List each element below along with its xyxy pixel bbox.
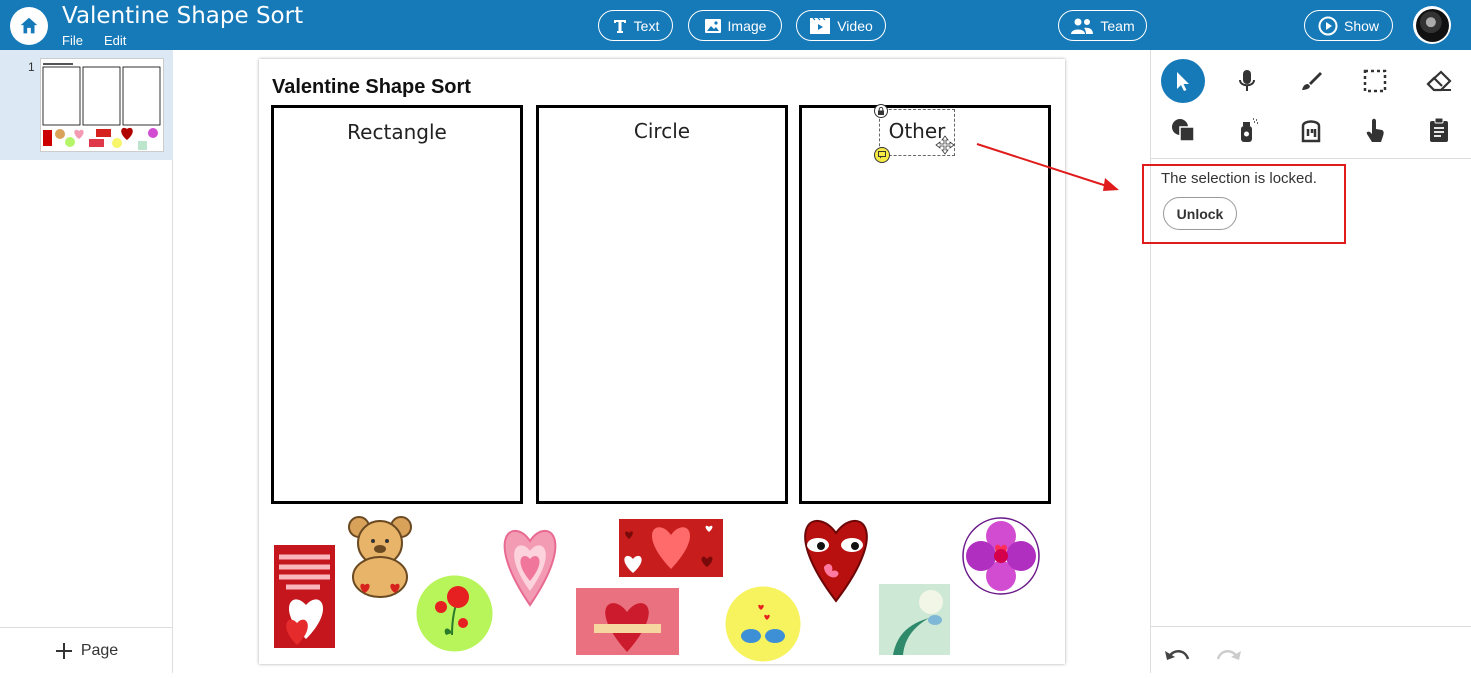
microphone-icon <box>1239 70 1255 91</box>
text-button-label: Text <box>633 17 660 34</box>
bird-circle-image[interactable] <box>725 586 801 662</box>
comment-icon[interactable] <box>874 147 890 163</box>
happy-valentines-day-banner-image[interactable] <box>576 588 679 655</box>
paint-bucket-tool[interactable] <box>1289 108 1333 152</box>
team-icon <box>1071 18 1094 34</box>
top-bar: Valentine Shape Sort File Edit Text Imag… <box>0 0 1471 50</box>
plaid-heart-image[interactable] <box>486 521 574 607</box>
video-button[interactable]: Video <box>796 10 886 41</box>
video-button-label: Video <box>837 17 873 34</box>
image-button[interactable]: Image <box>688 10 782 41</box>
home-button[interactable] <box>10 7 48 45</box>
file-menu[interactable]: File <box>62 33 83 48</box>
sort-box-label[interactable]: Rectangle <box>274 120 520 144</box>
microphone-tool[interactable] <box>1225 59 1269 103</box>
eraser-tool[interactable] <box>1417 59 1461 103</box>
flower-mandala-image[interactable] <box>962 517 1040 595</box>
canvas-area: Valentine Shape Sort Rectangle Circle Ot… <box>173 50 1150 673</box>
sort-box-label[interactable]: Circle <box>539 119 785 143</box>
unlock-button[interactable]: Unlock <box>1163 197 1237 230</box>
page-number: 1 <box>28 60 35 74</box>
clipboard-icon <box>1430 117 1448 142</box>
show-button-label: Show <box>1343 17 1380 34</box>
bird-on-branch-image[interactable] <box>879 584 950 655</box>
brush-tool[interactable] <box>1289 59 1333 103</box>
avatar-image <box>1415 8 1449 42</box>
move-cursor-icon <box>935 135 955 155</box>
lock-message: The selection is locked. <box>1161 170 1317 187</box>
play-icon <box>1318 16 1338 35</box>
paint-bucket-icon <box>1301 120 1321 143</box>
teddy-bear-image[interactable] <box>343 515 417 599</box>
brush-icon <box>1302 72 1322 90</box>
touch-icon <box>1366 118 1384 142</box>
hearts-card-image[interactable] <box>619 519 723 577</box>
clipboard-tool[interactable] <box>1417 108 1461 152</box>
home-icon <box>20 17 38 34</box>
spray-tool[interactable] <box>1225 108 1269 152</box>
text-icon <box>613 19 626 33</box>
happy-valentines-card-image[interactable] <box>274 545 335 648</box>
redo-button[interactable] <box>1207 634 1251 678</box>
team-button-label: Team <box>1100 17 1135 34</box>
spray-icon <box>1241 118 1258 142</box>
sort-box-circle[interactable]: Circle <box>536 105 788 504</box>
flower-circle-image[interactable] <box>416 575 493 652</box>
team-button[interactable]: Team <box>1058 10 1147 41</box>
plus-icon <box>55 642 72 659</box>
pointer-tool[interactable] <box>1161 59 1205 103</box>
touch-tool[interactable] <box>1353 108 1397 152</box>
tools-panel: The selection is locked. Unlock <box>1142 50 1471 673</box>
pages-panel: 1 Page <box>0 50 173 673</box>
page-thumbnail-item[interactable]: 1 <box>0 50 173 160</box>
show-button[interactable]: Show <box>1304 10 1393 41</box>
pointer-icon <box>1177 72 1189 91</box>
shapes-tool[interactable] <box>1161 108 1205 152</box>
annotation-arrow <box>976 143 1119 191</box>
add-page-label: Page <box>80 641 119 659</box>
edit-menu[interactable]: Edit <box>104 33 126 48</box>
undo-button[interactable] <box>1155 634 1199 678</box>
redo-icon <box>1216 650 1241 660</box>
app-title[interactable]: Valentine Shape Sort <box>62 3 303 29</box>
page-thumbnail[interactable] <box>40 58 164 152</box>
image-icon <box>704 18 721 33</box>
page-title[interactable]: Valentine Shape Sort <box>272 76 471 99</box>
video-icon <box>810 17 831 34</box>
eraser-icon <box>1426 70 1452 92</box>
selection-tool[interactable] <box>1353 59 1397 103</box>
add-page-button[interactable]: Page <box>0 627 173 673</box>
text-button[interactable]: Text <box>598 10 673 41</box>
sort-box-rectangle[interactable]: Rectangle <box>271 105 523 504</box>
avatar[interactable] <box>1413 6 1451 44</box>
divider <box>1151 626 1471 627</box>
image-button-label: Image <box>727 17 767 34</box>
canvas-page[interactable]: Valentine Shape Sort Rectangle Circle Ot… <box>259 59 1065 664</box>
selection-icon <box>1363 69 1387 93</box>
sort-box-label[interactable]: Other <box>850 119 984 143</box>
divider <box>1151 158 1471 159</box>
shapes-icon <box>1172 119 1195 142</box>
lock-icon[interactable] <box>874 104 888 118</box>
undo-icon <box>1165 650 1190 660</box>
